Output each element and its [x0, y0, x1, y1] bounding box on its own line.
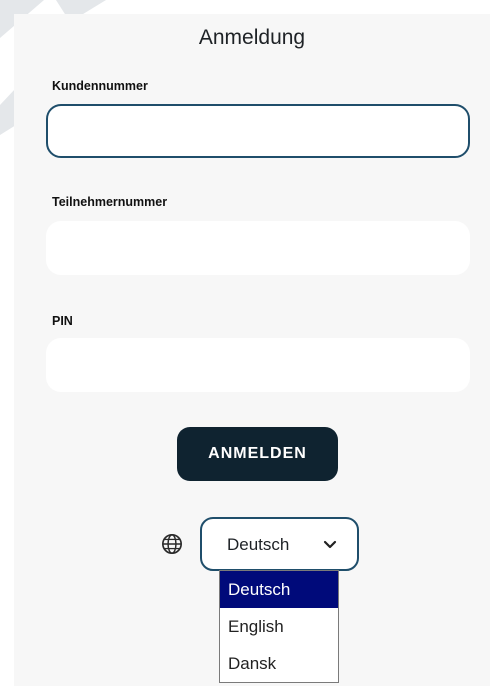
language-option-english[interactable]: English	[220, 608, 338, 645]
chevron-down-icon	[323, 540, 337, 549]
language-dropdown-list: Deutsch English Dansk	[219, 570, 339, 683]
language-option-dansk[interactable]: Dansk	[220, 645, 338, 682]
customer-number-label: Kundennummer	[52, 79, 148, 93]
customer-number-input[interactable]	[46, 104, 470, 158]
login-button[interactable]: ANMELDEN	[177, 427, 338, 481]
pin-input[interactable]	[46, 338, 470, 392]
language-select[interactable]: Deutsch	[200, 517, 359, 571]
participant-number-label: Teilnehmernummer	[52, 195, 168, 209]
pin-label: PIN	[52, 314, 73, 328]
language-option-deutsch[interactable]: Deutsch	[220, 571, 338, 608]
language-select-value: Deutsch	[227, 535, 290, 554]
page-title: Anmeldung	[198, 26, 306, 49]
globe-icon	[162, 534, 182, 554]
participant-number-input[interactable]	[46, 221, 470, 275]
